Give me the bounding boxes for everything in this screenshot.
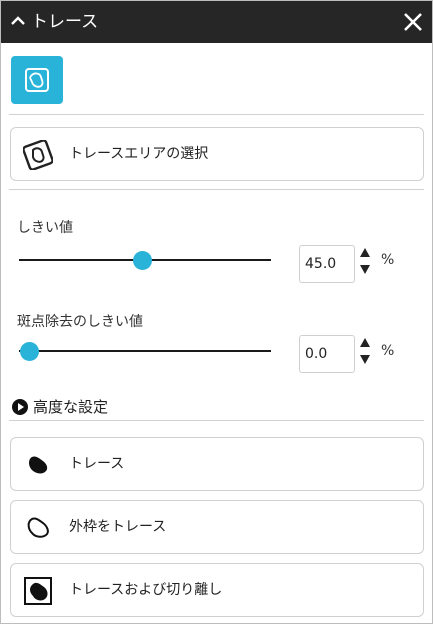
threshold-slider[interactable] (19, 250, 271, 270)
divider (9, 189, 424, 190)
trace-tool-icon (25, 68, 49, 92)
trace-button[interactable]: トレース (10, 437, 424, 491)
trace-button-label: トレース (69, 456, 125, 472)
divider (9, 420, 424, 421)
divider (9, 114, 424, 115)
despeckle-input[interactable]: 0.0 (299, 335, 355, 373)
advanced-settings-label: 高度な設定 (33, 398, 109, 416)
slider-thumb[interactable] (133, 251, 153, 270)
trace-outline-button[interactable]: 外枠をトレース (10, 500, 424, 554)
trace-area-icon (23, 140, 53, 170)
trace-and-cut-label: トレースおよび切り離し (69, 582, 223, 598)
chevron-up-icon[interactable] (9, 12, 27, 30)
threshold-unit: % (381, 252, 395, 268)
trace-tool-button[interactable] (11, 56, 63, 104)
trace-outline-icon (27, 517, 49, 538)
select-trace-area-button[interactable]: トレースエリアの選択 (10, 127, 424, 181)
play-circle-icon (12, 399, 28, 415)
close-icon[interactable] (401, 10, 425, 34)
threshold-input[interactable]: 45.0 (299, 245, 355, 283)
slider-thumb[interactable] (20, 342, 39, 361)
despeckle-label: 斑点除去のしきい値 (17, 314, 143, 330)
despeckle-spinner[interactable] (358, 336, 372, 366)
threshold-spinner[interactable] (358, 246, 372, 276)
select-trace-area-label: トレースエリアの選択 (69, 146, 209, 162)
threshold-label: しきい値 (17, 220, 73, 236)
panel-title: トレース (31, 12, 99, 32)
trace-fill-icon (29, 456, 48, 474)
despeckle-unit: % (381, 343, 395, 359)
slider-track (19, 350, 271, 352)
trace-outline-label: 外枠をトレース (69, 519, 167, 535)
despeckle-slider[interactable] (19, 341, 271, 361)
trace-and-cut-button[interactable]: トレースおよび切り離し (10, 563, 424, 617)
trace-panel: トレース トレースエリアの選択 しきい値 45.0 % 斑点除去のしきい値 0.… (0, 0, 433, 624)
title-bar: トレース (1, 1, 432, 43)
trace-cut-icon (24, 577, 52, 605)
